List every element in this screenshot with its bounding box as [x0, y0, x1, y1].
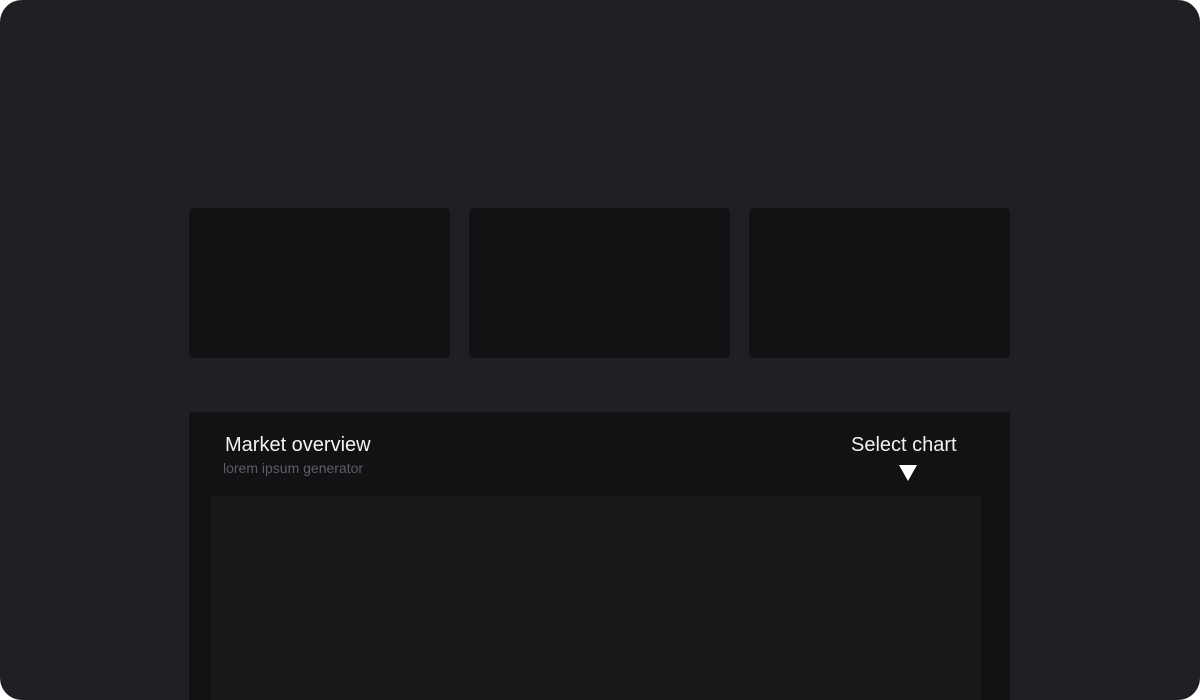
panel-title: Market overview	[225, 434, 371, 456]
panel-subtitle: lorem ipsum generator	[223, 460, 364, 476]
market-overview-panel: Market overview lorem ipsum generator Se…	[189, 412, 1010, 700]
stat-card-2	[469, 208, 730, 358]
app-window: Market overview lorem ipsum generator Se…	[0, 0, 1200, 700]
select-chart-label: Select chart	[851, 434, 957, 456]
chevron-down-icon	[899, 465, 917, 481]
chart-area	[211, 496, 981, 700]
select-chart-dropdown[interactable]: Select chart	[841, 434, 975, 482]
stat-card-1	[189, 208, 450, 358]
stat-card-3	[749, 208, 1010, 358]
